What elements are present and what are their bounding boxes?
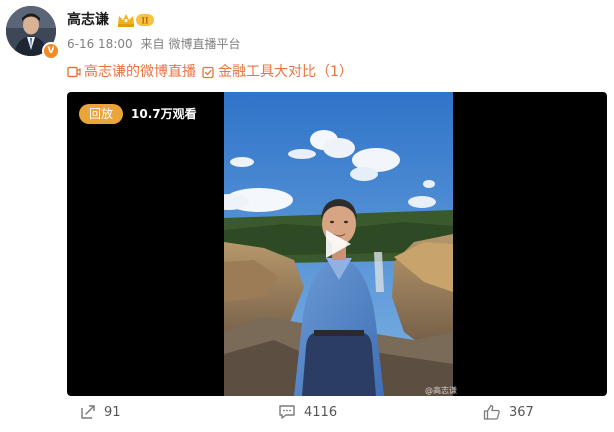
topic-links: 高志谦的微博直播 金融工具大对比（1）	[67, 62, 353, 82]
repost-button[interactable]: 91	[80, 404, 121, 420]
replay-badge: 回放	[79, 104, 123, 124]
source-prefix: 来自	[140, 37, 165, 51]
weibo-post-card: V 高志谦 II 6-16 18:00 来自 微博直播平台 高志谦的微博直播 金融…	[0, 0, 614, 432]
topic-finance-link[interactable]: 金融工具大对比（1）	[202, 62, 353, 82]
author-name[interactable]: 高志谦	[67, 11, 109, 29]
checkbox-icon	[202, 66, 214, 78]
live-camera-icon	[67, 66, 81, 78]
post-timestamp[interactable]: 6-16 18:00	[67, 37, 133, 51]
like-button[interactable]: 367	[483, 404, 534, 420]
post-action-bar: 91 4116 367	[0, 404, 614, 430]
video-watermark: @高志谦	[425, 386, 457, 395]
repost-count: 91	[104, 404, 121, 420]
topic-live-label: 高志谦的微博直播	[84, 64, 196, 80]
member-level: II	[141, 16, 149, 26]
post-source[interactable]: 微博直播平台	[168, 37, 240, 51]
play-icon[interactable]	[320, 227, 354, 261]
verified-badge-icon: V	[42, 42, 60, 60]
post-meta: 6-16 18:00 来自 微博直播平台	[67, 36, 245, 52]
vip-crown-badge-icon[interactable]: II	[117, 12, 155, 28]
comment-icon	[279, 405, 295, 419]
thumbs-up-icon	[483, 404, 500, 420]
topic-live-link[interactable]: 高志谦的微博直播	[67, 62, 196, 82]
comment-button[interactable]: 4116	[278, 404, 337, 420]
topic-finance-label: 金融工具大对比（1）	[218, 64, 353, 80]
video-player[interactable]: 回放 10.7万观看 @高志谦	[67, 92, 607, 396]
view-count: 10.7万观看	[131, 107, 197, 121]
like-count: 367	[509, 404, 534, 420]
comment-count: 4116	[304, 404, 338, 420]
repost-icon	[81, 405, 95, 419]
